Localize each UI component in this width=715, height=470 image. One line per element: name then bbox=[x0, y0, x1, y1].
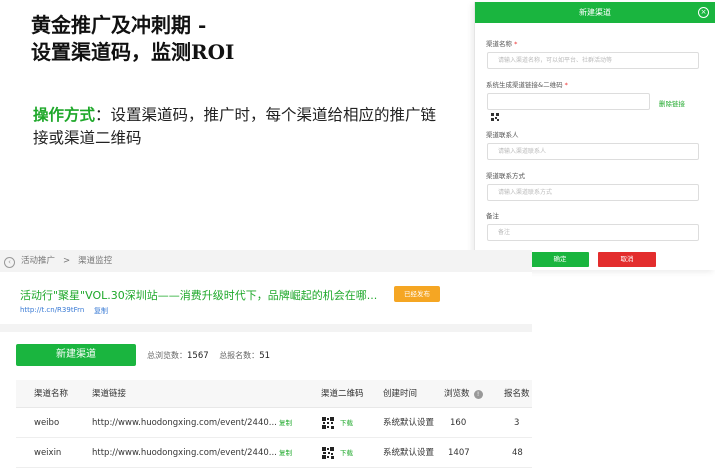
qr-code-icon[interactable] bbox=[491, 113, 499, 121]
channel-code-input[interactable] bbox=[487, 93, 650, 110]
col-channel-qr: 渠道二维码 bbox=[321, 389, 364, 399]
total-signups-label: 总报名数： bbox=[219, 351, 260, 360]
row-created-time: 系统默认设置 bbox=[383, 418, 435, 428]
slide-title-line2: 设置渠道码，监测ROI bbox=[31, 40, 235, 64]
channel-name-input[interactable]: 请输入渠道名称，可以如平台、社群活动等 bbox=[487, 52, 699, 69]
contact-input[interactable]: 请输入渠道联系人 bbox=[487, 143, 699, 160]
info-icon[interactable]: ! bbox=[473, 390, 483, 399]
confirm-button[interactable]: 确定 bbox=[531, 252, 589, 267]
method-label: 操作方式 bbox=[33, 106, 96, 124]
table-header: 渠道名称 渠道链接 渠道二维码 创建时间 浏览数! 报名数 bbox=[16, 380, 532, 408]
copy-url-button[interactable]: 复制 bbox=[94, 306, 108, 316]
row-views: 1407 bbox=[448, 448, 470, 458]
row-channel-link: http://www.huodongxing.com/event/2440... bbox=[92, 448, 277, 458]
new-channel-button[interactable]: 新建渠道 bbox=[16, 344, 136, 366]
qr-code-icon[interactable] bbox=[322, 417, 334, 429]
download-qr-button[interactable]: 下载 bbox=[340, 408, 353, 438]
breadcrumb-item-promotion[interactable]: 活动推广 bbox=[21, 256, 55, 266]
close-icon[interactable]: × bbox=[698, 7, 709, 18]
contact-method-input[interactable]: 请输入渠道联系方式 bbox=[487, 184, 699, 201]
slide-title: 黄金推广及冲刺期 - 设置渠道码，监测ROI bbox=[31, 12, 234, 66]
event-url[interactable]: http://t.cn/R39tFrn bbox=[20, 306, 84, 314]
row-channel-name: weibo bbox=[34, 418, 60, 428]
total-views-value: 1567 bbox=[187, 351, 209, 361]
row-channel-link: http://www.huodongxing.com/event/2440... bbox=[92, 418, 277, 428]
row-signups: 48 bbox=[512, 448, 523, 458]
event-title[interactable]: 活动行"聚星"VOL.30深圳站——消费升级时代下，品牌崛起的机会在哪... bbox=[20, 287, 377, 303]
total-signups-value: 51 bbox=[259, 351, 271, 361]
event-card: 活动行"聚星"VOL.30深圳站——消费升级时代下，品牌崛起的机会在哪... 已… bbox=[0, 272, 532, 324]
breadcrumb-item-monitor: 渠道监控 bbox=[78, 256, 113, 266]
col-channel-name: 渠道名称 bbox=[34, 389, 69, 399]
dialog-header: 新建渠道 × bbox=[475, 2, 715, 23]
note-label: 备注 bbox=[486, 212, 499, 220]
copy-link-button[interactable]: 复制 bbox=[279, 408, 292, 438]
qr-code-icon[interactable] bbox=[322, 447, 334, 459]
slide-description: 操作方式：设置渠道码，推广时，每个渠道给相应的推广链接或渠道二维码 bbox=[33, 104, 443, 150]
col-views: 浏览数! bbox=[444, 380, 483, 408]
download-qr-button[interactable]: 下载 bbox=[340, 438, 353, 468]
contact-label: 渠道联系人 bbox=[486, 131, 519, 139]
delete-link-button[interactable]: 删除链接 bbox=[659, 98, 685, 108]
row-views: 160 bbox=[450, 418, 467, 428]
note-input[interactable]: 备注 bbox=[487, 224, 699, 241]
channel-name-label: 渠道名称 * bbox=[486, 40, 518, 48]
col-channel-link: 渠道链接 bbox=[92, 389, 127, 399]
cancel-button[interactable]: 取消 bbox=[598, 252, 656, 267]
slide-title-line1: 黄金推广及冲刺期 - bbox=[31, 13, 207, 37]
col-created-time: 创建时间 bbox=[383, 389, 418, 399]
row-channel-name: weixin bbox=[34, 448, 62, 458]
row-signups: 3 bbox=[514, 418, 520, 428]
row-created-time: 系统默认设置 bbox=[383, 448, 435, 458]
status-badge: 已经发布 bbox=[394, 286, 440, 302]
copy-link-button[interactable]: 复制 bbox=[279, 438, 292, 468]
channel-panel: 新建渠道 总浏览数：1567 总报名数：51 渠道名称 渠道链接 渠道二维码 创… bbox=[0, 332, 532, 470]
channel-monitor-page: ‹ 活动推广 > 渠道监控 活动行"聚星"VOL.30深圳站——消费升级时代下，品牌崛… bbox=[0, 250, 532, 470]
breadcrumb-separator: > bbox=[63, 256, 71, 266]
col-signups: 报名数 bbox=[504, 389, 530, 399]
channel-code-label: 系统生成渠道链接&二维码 * bbox=[486, 81, 568, 89]
total-views-label: 总浏览数： bbox=[147, 351, 187, 360]
table-row: weibo http://www.huodongxing.com/event/2… bbox=[16, 408, 532, 438]
contact-method-label: 渠道联系方式 bbox=[486, 172, 525, 180]
stats-summary: 总浏览数：1567 总报名数：51 bbox=[147, 350, 278, 361]
new-channel-dialog: 新建渠道 × 渠道名称 * 请输入渠道名称，可以如平台、社群活动等 系统生成渠道… bbox=[474, 2, 715, 270]
table-row: weixin http://www.huodongxing.com/event/… bbox=[16, 438, 532, 468]
dialog-title: 新建渠道 bbox=[579, 8, 611, 17]
breadcrumb: ‹ 活动推广 > 渠道监控 bbox=[0, 250, 532, 272]
back-arrow-icon[interactable]: ‹ bbox=[4, 257, 15, 268]
